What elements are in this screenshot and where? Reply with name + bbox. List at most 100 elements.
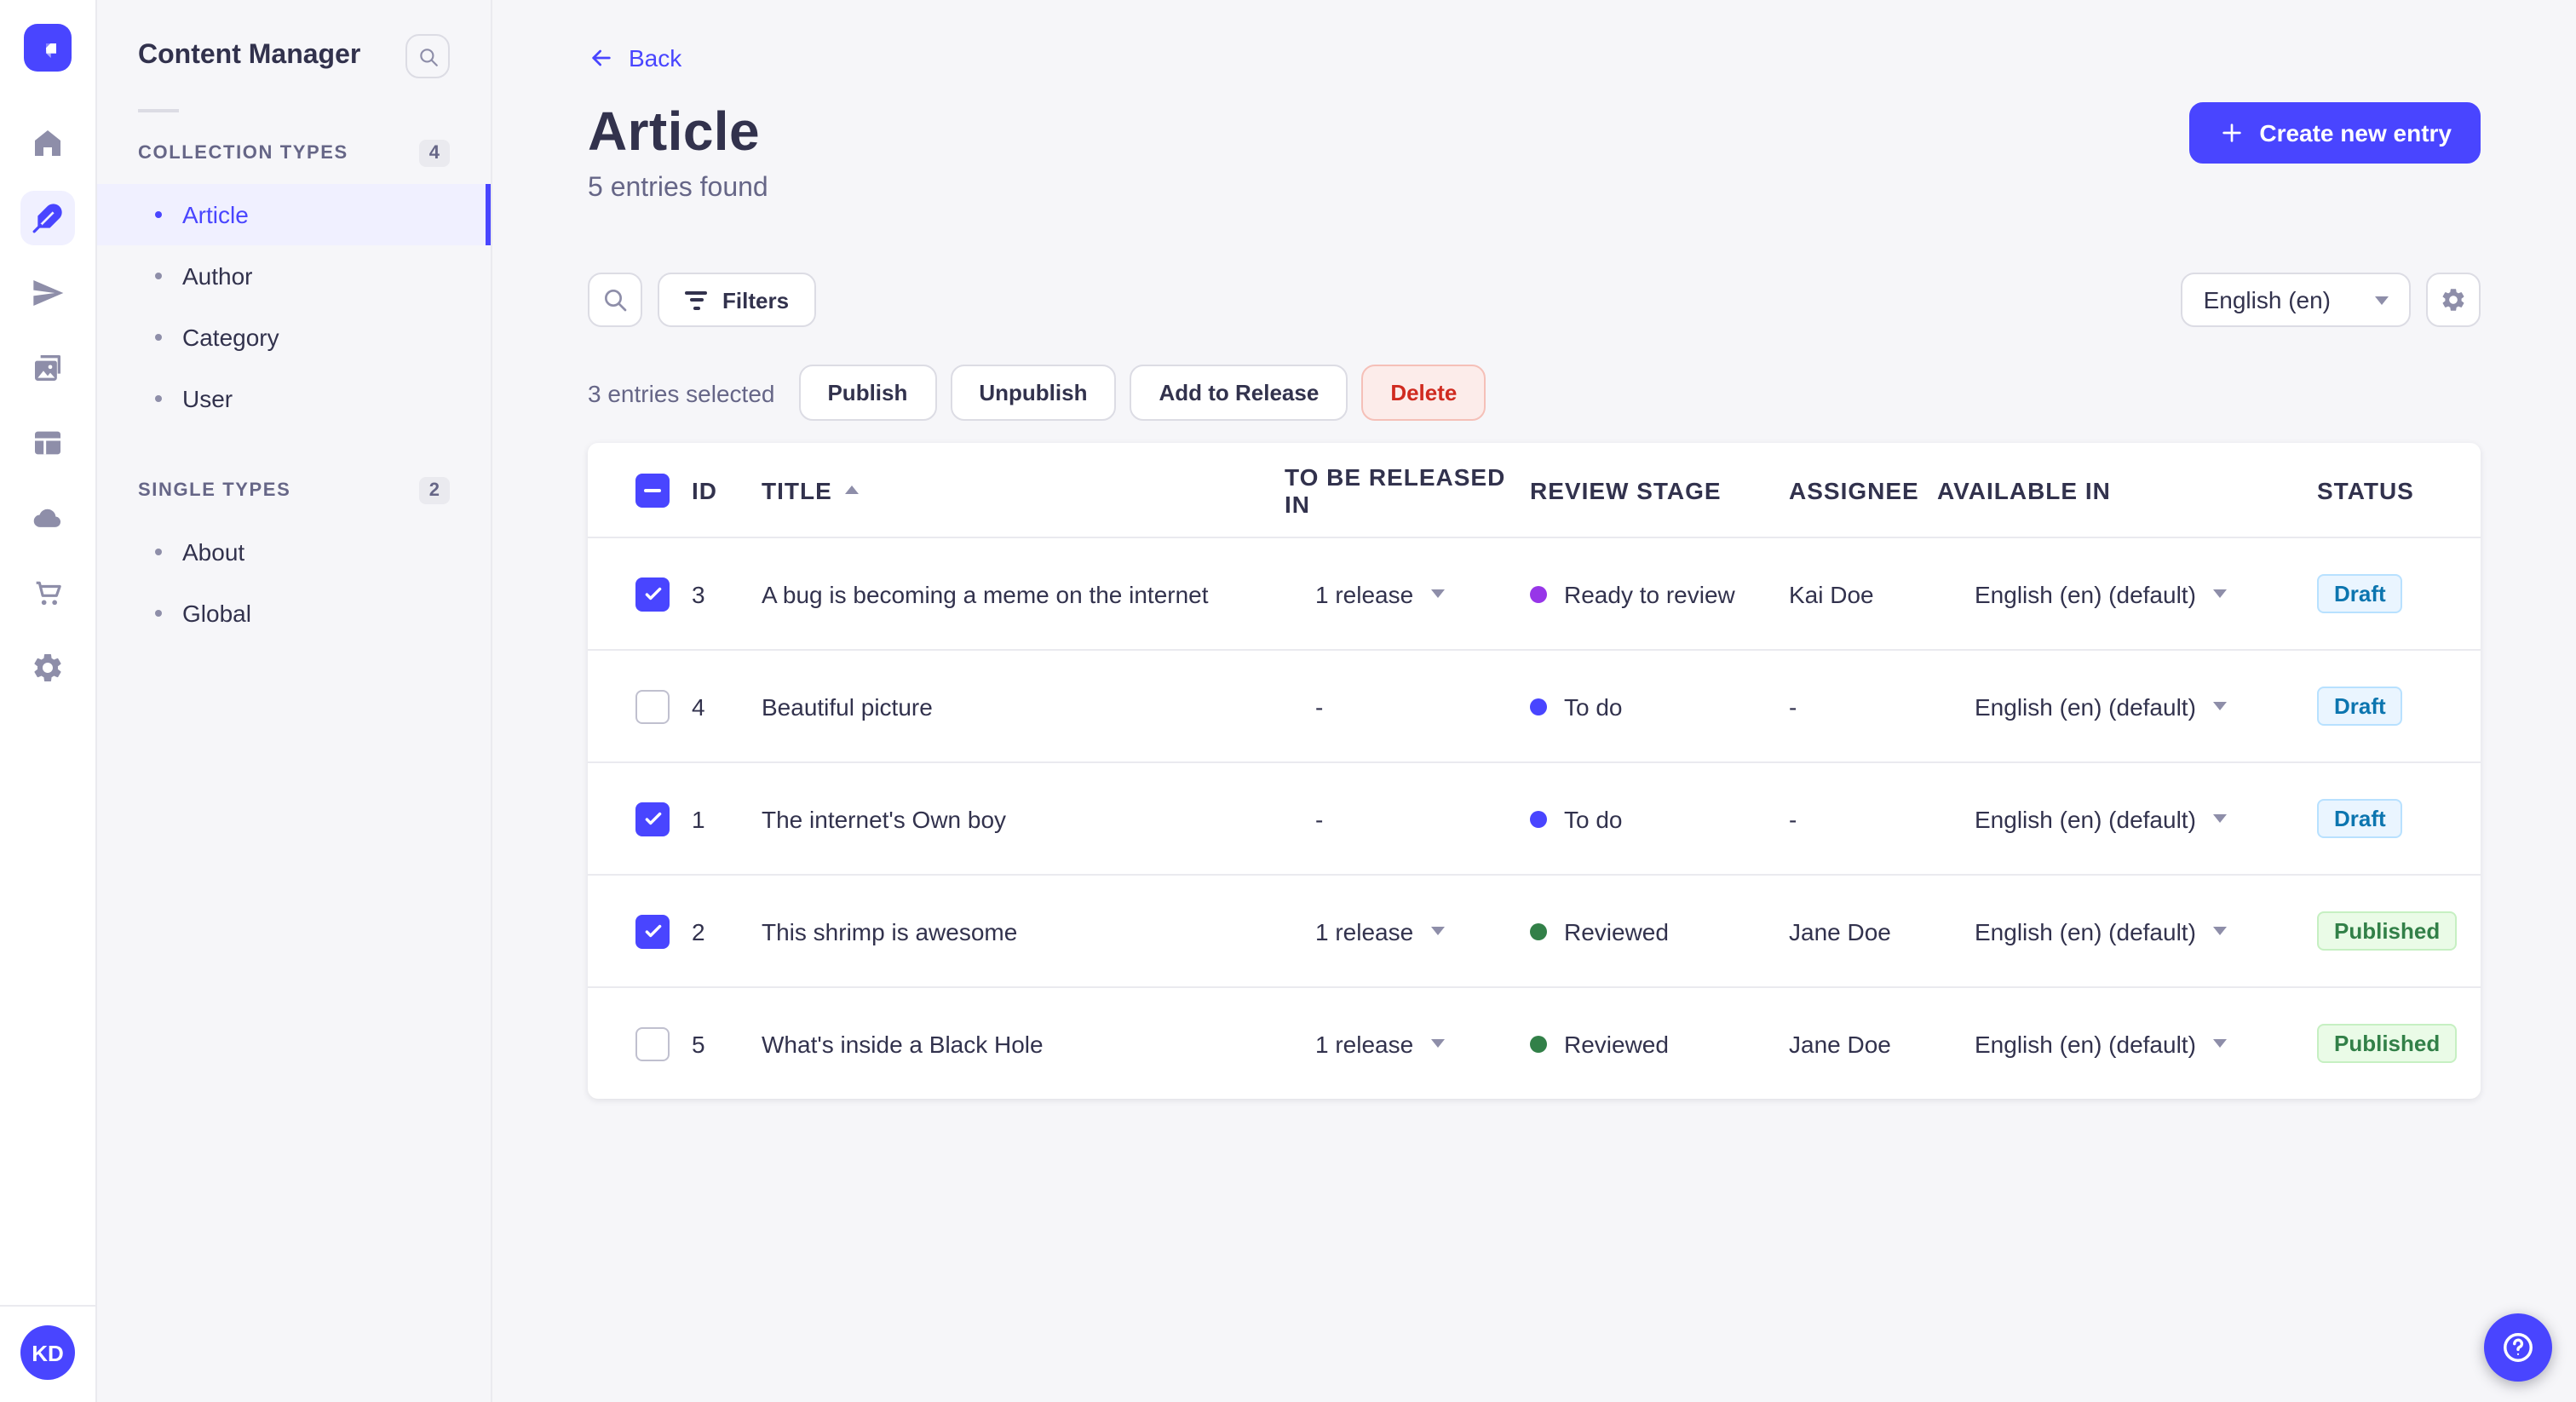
main-nav-rail: KD — [0, 0, 97, 1402]
section-label: COLLECTION TYPES — [138, 143, 348, 164]
locale-menu-trigger[interactable]: English (en) (default) — [1937, 692, 2227, 720]
content-manager-app: KD Content Manager COLLECTION TYPES 4 Ar… — [0, 0, 2576, 1402]
cell-id: 3 — [692, 580, 705, 607]
column-header-title[interactable]: TITLE — [762, 476, 1285, 503]
sort-asc-icon — [845, 486, 860, 494]
row-checkbox[interactable] — [635, 1026, 670, 1060]
delete-button[interactable]: Delete — [1361, 365, 1486, 421]
release-menu-trigger: - — [1285, 692, 1323, 720]
publish-button[interactable]: Publish — [798, 365, 937, 421]
row-checkbox[interactable] — [635, 802, 670, 836]
release-menu-trigger: - — [1285, 805, 1323, 832]
sidebar-item-label: Author — [182, 262, 253, 290]
home-icon[interactable] — [20, 116, 75, 170]
search-icon — [419, 48, 437, 66]
locale-menu-trigger[interactable]: English (en) (default) — [1937, 580, 2227, 607]
plus-icon — [2222, 123, 2242, 141]
release-menu-trigger[interactable]: 1 release — [1285, 1030, 1445, 1057]
sidebar-search-button[interactable] — [405, 34, 450, 78]
table-row[interactable]: 2 This shrimp is awesome 1 release Revie… — [588, 874, 2481, 986]
search-icon — [605, 290, 627, 312]
search-icon-button[interactable] — [588, 273, 642, 327]
row-checkbox[interactable] — [635, 577, 670, 611]
chevron-down-icon — [2212, 814, 2227, 823]
cell-to-be-released-in: - — [1285, 692, 1530, 720]
cell-to-be-released-in: - — [1285, 805, 1530, 832]
cell-available-in: English (en) (default) — [1937, 692, 2317, 720]
row-checkbox[interactable] — [635, 914, 670, 948]
filters-button[interactable]: Filters — [658, 273, 817, 327]
toolbar: Filters English (en) — [588, 273, 2481, 327]
cell-id: 5 — [692, 1030, 705, 1057]
column-header-id[interactable]: ID — [692, 476, 762, 503]
select-all-checkbox[interactable] — [635, 473, 670, 507]
selection-summary: 3 entries selected — [588, 379, 775, 406]
media-library-images-icon[interactable] — [20, 341, 75, 395]
cell-id: 1 — [692, 805, 705, 832]
sidebar-item[interactable]: Global — [97, 583, 491, 644]
avatar[interactable]: KD — [20, 1325, 75, 1380]
cell-review-stage: Reviewed — [1530, 1030, 1789, 1057]
release-menu-trigger[interactable]: 1 release — [1285, 917, 1445, 945]
section-count-badge: 4 — [418, 140, 450, 167]
release-menu-trigger[interactable]: 1 release — [1285, 580, 1445, 607]
create-entry-button[interactable]: Create new entry — [2189, 101, 2481, 163]
cell-assignee: - — [1789, 692, 1797, 720]
bullet-icon — [155, 273, 162, 279]
cell-review-stage: To do — [1530, 692, 1789, 720]
table-row[interactable]: 1 The internet's Own boy - To do - Engli… — [588, 761, 2481, 874]
section-label: SINGLE TYPES — [138, 480, 291, 501]
cell-id: 4 — [692, 692, 705, 720]
sidebar-item[interactable]: Category — [97, 307, 491, 368]
content-manager-feather-icon[interactable] — [20, 191, 75, 245]
row-checkbox[interactable] — [635, 689, 670, 723]
settings-gear-icon[interactable] — [20, 641, 75, 695]
deploy-cloud-icon[interactable] — [20, 491, 75, 545]
sidebar-item-label: Article — [182, 201, 249, 228]
sidebar-item[interactable]: Author — [97, 245, 491, 307]
sidebar-item-label: Category — [182, 324, 279, 351]
locale-select[interactable]: English (en) — [2181, 273, 2411, 327]
help-button[interactable] — [2484, 1313, 2552, 1382]
bullet-icon — [155, 211, 162, 218]
entries-table: ID TITLE TO BE RELEASED IN REVIEW STAGE … — [588, 443, 2481, 1099]
table-row[interactable]: 5 What's inside a Black Hole 1 release R… — [588, 986, 2481, 1099]
divider — [138, 109, 179, 112]
add-to-release-button[interactable]: Add to Release — [1130, 365, 1348, 421]
collection-types-list: Article Author Category User — [97, 184, 491, 429]
selection-bar: 3 entries selected Publish Unpublish Add… — [588, 365, 2481, 421]
table-row[interactable]: 3 A bug is becoming a meme on the intern… — [588, 537, 2481, 649]
cell-to-be-released-in: 1 release — [1285, 580, 1530, 607]
releases-paper-plane-icon[interactable] — [20, 266, 75, 320]
locale-menu-trigger[interactable]: English (en) (default) — [1937, 917, 2227, 945]
strapi-logo[interactable] — [24, 24, 72, 72]
back-link[interactable]: Back — [588, 44, 681, 72]
cell-title: This shrimp is awesome — [762, 917, 1018, 945]
cell-available-in: English (en) (default) — [1937, 1030, 2317, 1057]
main-content: Back Article Create new entry 5 entries … — [492, 0, 2576, 1402]
cell-title: The internet's Own boy — [762, 805, 1007, 832]
locale-menu-trigger[interactable]: English (en) (default) — [1937, 805, 2227, 832]
chevron-down-icon — [2212, 1039, 2227, 1048]
sidebar-item-label: About — [182, 538, 245, 566]
marketplace-cart-icon[interactable] — [20, 566, 75, 620]
check-icon — [644, 924, 661, 938]
sidebar-item[interactable]: About — [97, 521, 491, 583]
cell-assignee: Jane Doe — [1789, 1030, 1891, 1057]
column-header-available-in: AVAILABLE IN — [1937, 476, 2111, 503]
unpublish-button[interactable]: Unpublish — [950, 365, 1117, 421]
sidebar-item[interactable]: User — [97, 368, 491, 429]
bullet-icon — [155, 549, 162, 555]
chevron-down-icon — [1430, 1039, 1445, 1048]
locale-menu-trigger[interactable]: English (en) (default) — [1937, 1030, 2227, 1057]
chevron-down-icon — [2212, 589, 2227, 598]
sidebar-item-label: Global — [182, 600, 251, 627]
sidebar-item[interactable]: Article — [97, 184, 491, 245]
page-title: Article — [588, 101, 760, 162]
column-header-to-be-released-in: TO BE RELEASED IN — [1285, 463, 1506, 517]
content-type-builder-layout-icon[interactable] — [20, 416, 75, 470]
view-settings-gear-button[interactable] — [2426, 273, 2481, 327]
table-row[interactable]: 4 Beautiful picture - To do - English (e… — [588, 649, 2481, 761]
rail-nav — [20, 116, 75, 1305]
cell-assignee: Kai Doe — [1789, 580, 1874, 607]
